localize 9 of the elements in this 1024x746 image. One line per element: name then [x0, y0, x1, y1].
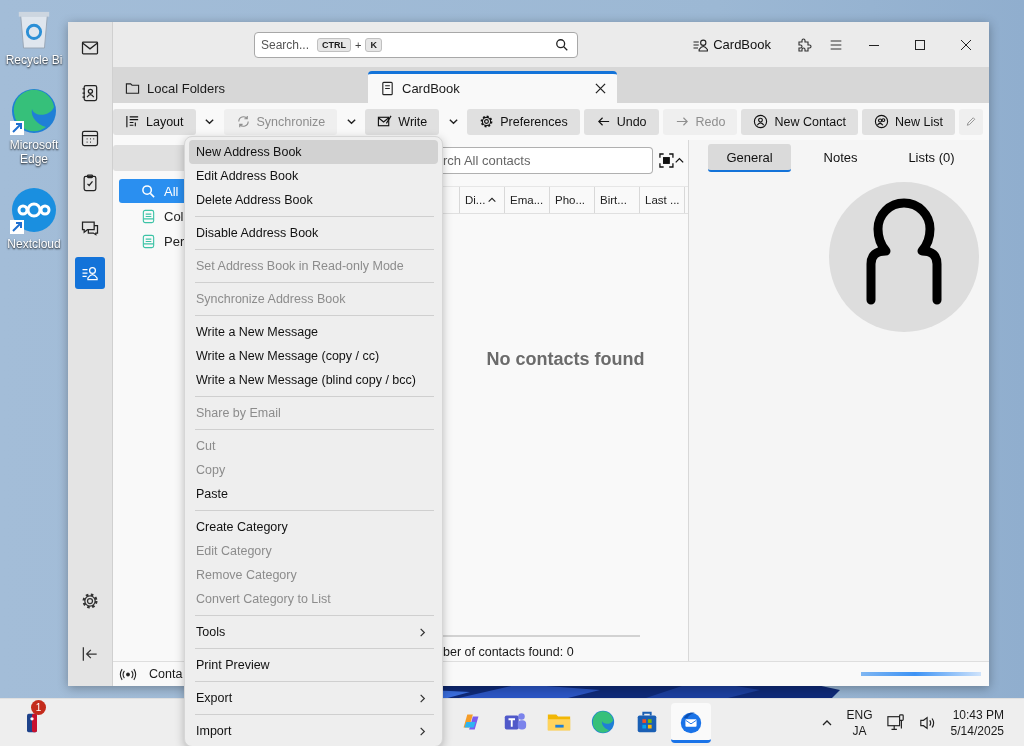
plus-sign: +	[355, 38, 362, 51]
empty-message: No contacts found	[486, 349, 645, 370]
contact-count: ber of contacts found: 0	[443, 645, 575, 661]
tab-label: CardBook	[402, 81, 460, 96]
key-hint: K	[365, 37, 382, 52]
tab-label: Local Folders	[147, 81, 226, 96]
status-text: Conta	[149, 667, 183, 681]
notification-badge: 1	[31, 700, 46, 715]
key-hint: CTRL	[317, 37, 351, 52]
